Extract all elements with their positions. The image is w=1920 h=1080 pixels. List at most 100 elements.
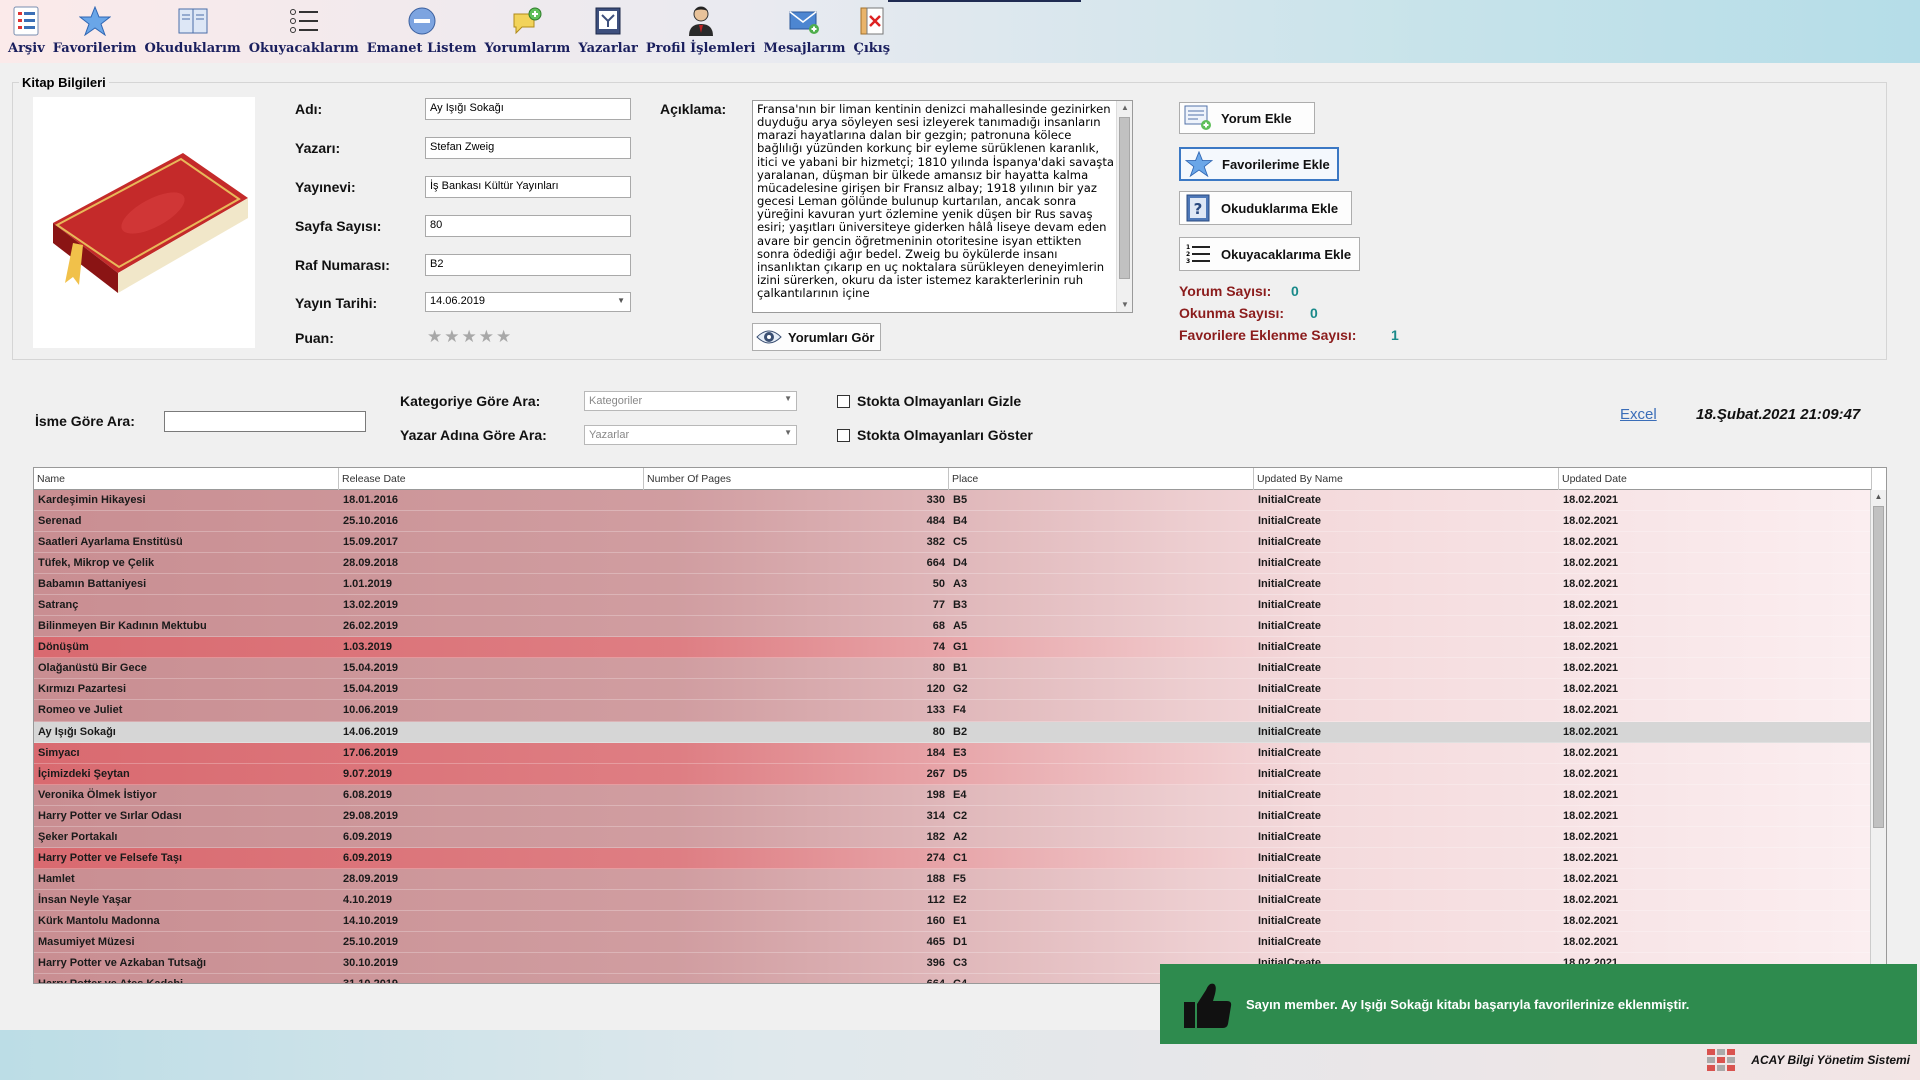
table-cell: Hamlet bbox=[34, 869, 339, 890]
table-row[interactable]: Harry Potter ve Felsefe Taşı 6.09.2019 274… bbox=[34, 847, 1870, 869]
table-row[interactable]: Dönüşüm 1.03.2019 74 G1 InitialCreate 18.02.2… bbox=[34, 637, 1870, 659]
table-cell: 25.10.2016 bbox=[339, 511, 644, 533]
shelf-field[interactable]: B2 bbox=[425, 254, 631, 276]
table-row[interactable]: Veronika Ölmek İstiyor 6.08.2019 198 E4 Init… bbox=[34, 784, 1870, 806]
table-cell: 4.10.2019 bbox=[339, 890, 644, 911]
hide-out-of-stock-checkbox[interactable]: Stokta Olmayanları Gizle bbox=[837, 393, 1021, 409]
table-row[interactable]: Serenad 25.10.2016 484 B4 InitialCreate 18.02… bbox=[34, 511, 1870, 533]
toolbar-messages-button[interactable]: Mesajlarım bbox=[759, 0, 849, 56]
excel-export-link[interactable]: Excel bbox=[1620, 406, 1657, 423]
table-row[interactable]: Kırmızı Pazartesi 15.04.2019 120 G2 InitialC… bbox=[34, 679, 1870, 701]
add-read-button[interactable]: ? Okuduklarıma Ekle bbox=[1179, 191, 1352, 225]
date-picker[interactable]: 14.06.2019 ▼ bbox=[425, 292, 631, 312]
column-header-release-date[interactable]: Release Date bbox=[339, 468, 644, 490]
table-cell: 30.10.2019 bbox=[339, 953, 644, 975]
rating-stars[interactable]: ★ ★ ★ ★ ★ bbox=[427, 327, 511, 347]
table-cell: 15.04.2019 bbox=[339, 679, 644, 701]
scroll-down-icon[interactable]: ▼ bbox=[1117, 298, 1133, 312]
table-cell: InitialCreate bbox=[1254, 827, 1559, 848]
star-icon[interactable]: ★ bbox=[496, 327, 511, 347]
name-field[interactable]: Ay Işığı Sokağı bbox=[425, 98, 631, 120]
success-notification[interactable]: Sayın member. Ay Işığı Sokağı kitabı baş… bbox=[1160, 964, 1917, 1044]
table-row[interactable]: Simyacı 17.06.2019 184 E3 InitialCreate 18.02… bbox=[34, 742, 1870, 764]
table-cell: 68 bbox=[644, 616, 949, 638]
comment-count-value: 0 bbox=[1291, 283, 1299, 299]
pages-field[interactable]: 80 bbox=[425, 215, 631, 237]
table-row[interactable]: Satranç 13.02.2019 77 B3 InitialCreate 18.02.… bbox=[34, 595, 1870, 617]
table-cell: 77 bbox=[644, 595, 949, 617]
table-cell: 6.08.2019 bbox=[339, 785, 644, 806]
toolbar-authors-button[interactable]: Yazarlar bbox=[574, 0, 642, 56]
table-row[interactable]: Romeo ve Juliet 10.06.2019 133 F4 InitialCre… bbox=[34, 700, 1870, 722]
scroll-up-icon[interactable]: ▲ bbox=[1871, 490, 1886, 504]
add-read-label: Okuduklarıma Ekle bbox=[1221, 200, 1339, 216]
add-toread-button[interactable]: 123 Okuyacaklarıma Ekle bbox=[1179, 237, 1360, 271]
date-label: Yayın Tarihi: bbox=[295, 295, 378, 311]
checkbox-box[interactable] bbox=[837, 394, 850, 408]
table-row[interactable]: Masumiyet Müzesi 25.10.2019 465 D1 InitialCr… bbox=[34, 931, 1870, 954]
table-row[interactable]: İnsan Neyle Yaşar 4.10.2019 112 E2 InitialCr… bbox=[34, 889, 1870, 911]
show-out-of-stock-checkbox[interactable]: Stokta Olmayanları Göster bbox=[837, 427, 1033, 443]
table-cell: 14.10.2019 bbox=[339, 911, 644, 932]
table-row[interactable]: Olağanüstü Bir Gece 15.04.2019 80 B1 Initial… bbox=[34, 658, 1870, 680]
table-row[interactable]: İçimizdeki Şeytan 9.07.2019 267 D5 InitialCr… bbox=[34, 763, 1870, 785]
add-comment-button[interactable]: Yorum Ekle bbox=[1179, 102, 1315, 134]
books-grid[interactable]: Name Release Date Number Of Pages Place … bbox=[33, 467, 1887, 984]
add-favorite-button[interactable]: Favorilerime Ekle bbox=[1179, 147, 1339, 181]
toolbar-toread-button[interactable]: Okuyacaklarım bbox=[245, 0, 363, 56]
table-row[interactable]: Babamın Battaniyesi 1.01.2019 50 A3 InitialC… bbox=[34, 574, 1870, 596]
star-icon[interactable]: ★ bbox=[462, 327, 477, 347]
table-row[interactable]: Hamlet 28.09.2019 188 F5 InitialCreate 18.02.… bbox=[34, 868, 1870, 890]
description-scrollbar[interactable]: ▲ ▼ bbox=[1116, 101, 1132, 312]
table-row[interactable]: Kardeşimin Hikayesi 18.01.2016 330 B5 Initia… bbox=[34, 490, 1870, 512]
publisher-field[interactable]: İş Bankası Kültür Yayınları bbox=[425, 176, 631, 198]
star-icon[interactable]: ★ bbox=[427, 327, 442, 347]
toolbar-archive-button[interactable]: Arşiv bbox=[4, 0, 49, 56]
toolbar-read-button[interactable]: Okuduklarım bbox=[140, 0, 244, 56]
column-header-pages[interactable]: Number Of Pages bbox=[644, 468, 949, 490]
table-row[interactable]: Harry Potter ve Sırlar Odası 29.08.2019 31… bbox=[34, 805, 1870, 827]
toolbar-exit-button[interactable]: Çıkış bbox=[849, 0, 894, 56]
svg-text:3: 3 bbox=[1186, 258, 1190, 265]
toolbar-loans-button[interactable]: Emanet Listem bbox=[363, 0, 481, 56]
search-name-label: İsme Göre Ara: bbox=[35, 413, 135, 429]
category-select[interactable]: Kategoriler ▼ bbox=[584, 391, 797, 411]
toolbar-favorites-button[interactable]: Favorilerim bbox=[49, 0, 141, 56]
table-cell: 1.01.2019 bbox=[339, 574, 644, 596]
column-header-updated-by[interactable]: Updated By Name bbox=[1254, 468, 1559, 490]
table-row[interactable]: Saatleri Ayarlama Enstitüsü 15.09.2017 382… bbox=[34, 532, 1870, 554]
table-row[interactable]: Tüfek, Mikrop ve Çelik 28.09.2018 664 D4 Ini… bbox=[34, 553, 1870, 575]
search-name-input[interactable] bbox=[164, 411, 366, 432]
scroll-up-icon[interactable]: ▲ bbox=[1117, 101, 1133, 115]
description-textarea[interactable]: Fransa'nın bir liman kentinin denizci ma… bbox=[752, 100, 1133, 313]
table-cell: Babamın Battaniyesi bbox=[34, 574, 339, 596]
toolbar-comments-button[interactable]: Yorumlarım bbox=[481, 0, 575, 56]
table-row-selected[interactable]: Ay Işığı Sokağı 14.06.2019 80 B2 InitialCrea… bbox=[34, 721, 1870, 743]
table-row[interactable]: Kürk Mantolu Madonna 14.10.2019 160 E1 Initi… bbox=[34, 910, 1870, 932]
toolbar-profile-button[interactable]: Profil İşlemleri bbox=[642, 0, 760, 56]
table-cell: 1.03.2019 bbox=[339, 637, 644, 659]
column-header-name[interactable]: Name bbox=[34, 468, 339, 490]
author-select[interactable]: Yazarlar ▼ bbox=[584, 425, 797, 445]
checkbox-box[interactable] bbox=[837, 428, 850, 442]
star-icon[interactable]: ★ bbox=[479, 327, 494, 347]
table-cell: InitialCreate bbox=[1254, 869, 1559, 890]
table-cell: InitialCreate bbox=[1254, 911, 1559, 932]
view-comments-button[interactable]: Yorumları Gör bbox=[752, 323, 881, 351]
author-field[interactable]: Stefan Zweig bbox=[425, 137, 631, 159]
table-row[interactable]: Bilinmeyen Bir Kadının Mektubu 26.02.2019… bbox=[34, 616, 1870, 638]
column-header-updated-date[interactable]: Updated Date bbox=[1559, 468, 1872, 490]
description-label: Açıklama: bbox=[660, 101, 727, 117]
table-cell: 18.02.2021 bbox=[1559, 890, 1870, 911]
svg-text:2: 2 bbox=[1186, 251, 1190, 258]
grid-scrollbar[interactable]: ▲ bbox=[1870, 490, 1886, 983]
column-header-place[interactable]: Place bbox=[949, 468, 1254, 490]
table-cell: Ay Işığı Sokağı bbox=[34, 722, 339, 743]
table-cell: Harry Potter ve Felsefe Taşı bbox=[34, 848, 339, 869]
table-cell: InitialCreate bbox=[1254, 848, 1559, 869]
star-icon[interactable]: ★ bbox=[444, 327, 459, 347]
table-row[interactable]: Şeker Portakalı 6.09.2019 182 A2 InitialCrea… bbox=[34, 826, 1870, 848]
scrollbar-thumb[interactable] bbox=[1119, 117, 1130, 279]
scrollbar-thumb[interactable] bbox=[1873, 506, 1884, 828]
table-cell: InitialCreate bbox=[1254, 490, 1559, 512]
